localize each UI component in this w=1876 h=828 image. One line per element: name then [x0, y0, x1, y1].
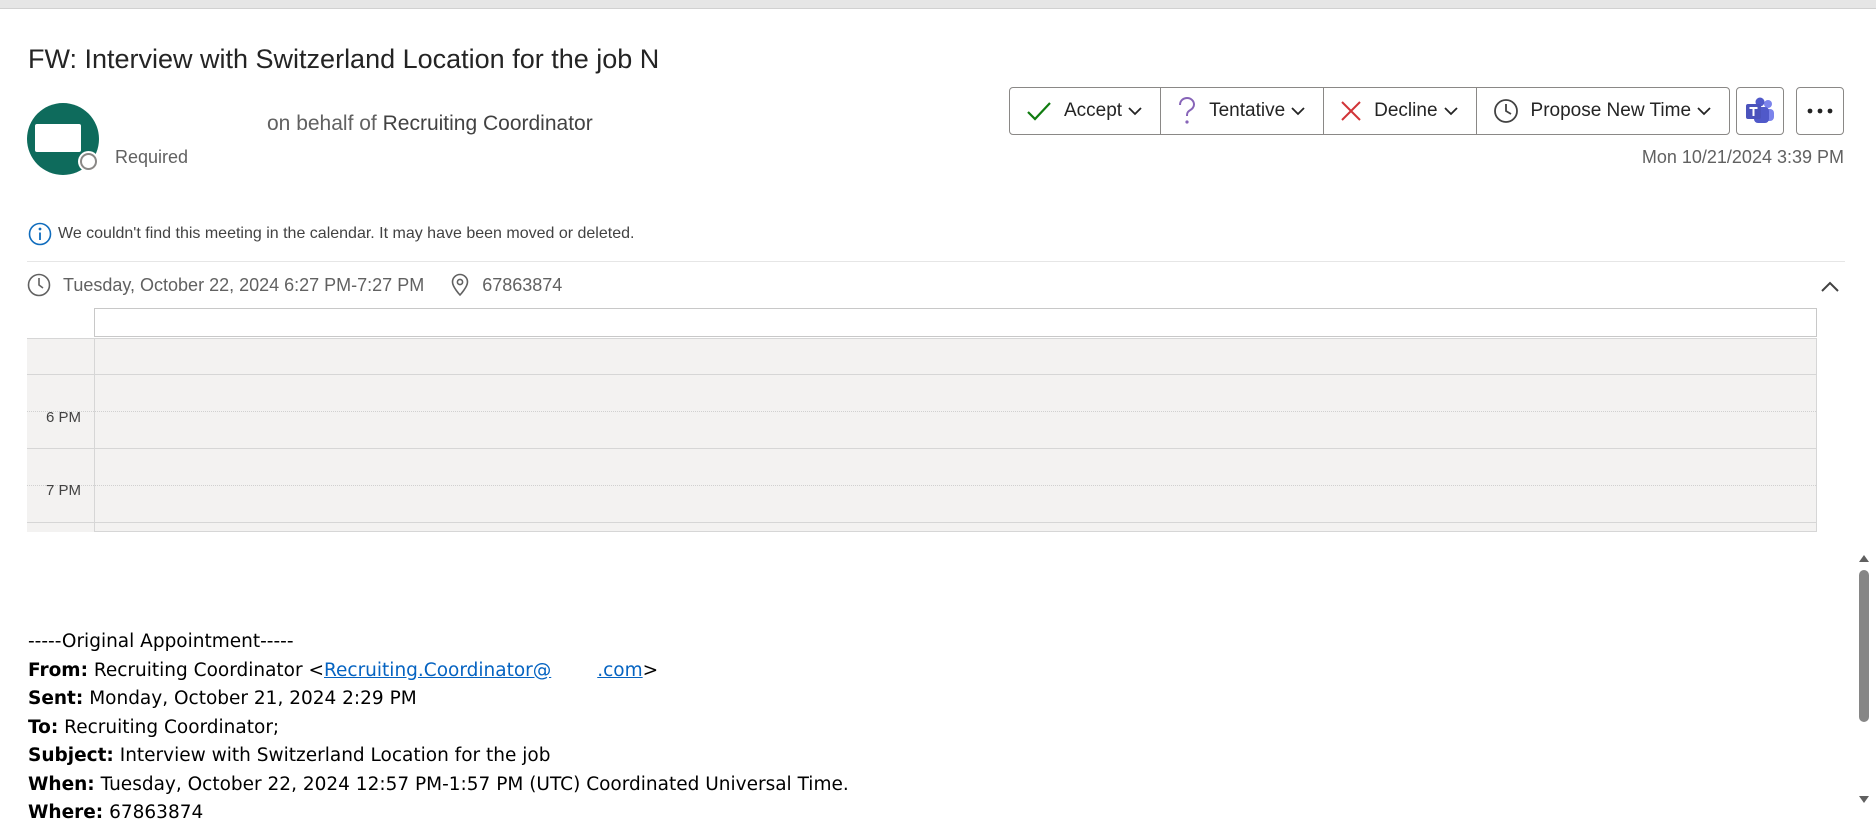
where-label: Where:	[28, 802, 104, 823]
chevron-down-icon	[1697, 107, 1711, 116]
grid-line	[95, 522, 1816, 523]
accept-label: Accept	[1064, 100, 1123, 121]
sender-on-behalf: on behalf of Recruiting Coordinator	[267, 112, 593, 136]
grid-line	[95, 374, 1816, 375]
header-divider	[27, 261, 1845, 262]
on-behalf-name[interactable]: Recruiting Coordinator	[383, 112, 593, 135]
gutter-line	[27, 374, 94, 375]
check-icon	[1027, 102, 1051, 121]
original-where: Where: 67863874	[28, 799, 849, 828]
gutter-line	[27, 522, 94, 523]
info-icon	[28, 222, 52, 246]
from-label: From:	[28, 659, 88, 681]
where-value: 67863874	[109, 802, 204, 823]
from-email-domain: .com	[597, 659, 643, 681]
avatar-card-shape	[35, 124, 81, 152]
more-options-button[interactable]	[1796, 87, 1844, 135]
subject-value: Interview with Switzerland Location for …	[119, 745, 551, 766]
chevron-up-icon[interactable]	[1820, 281, 1840, 293]
meeting-time: Tuesday, October 22, 2024 6:27 PM-7:27 P…	[63, 274, 425, 295]
when-label: When:	[28, 773, 95, 795]
subject-label: Subject:	[28, 745, 114, 766]
original-subject: Subject: Interview with Switzerland Loca…	[28, 742, 849, 771]
sent-label: Sent:	[28, 688, 84, 709]
chevron-down-icon	[1443, 107, 1458, 116]
decline-label: Decline	[1374, 100, 1438, 121]
sender-avatar[interactable]	[27, 103, 99, 175]
scroll-up-arrow-icon[interactable]	[1856, 552, 1872, 564]
meeting-details: Tuesday, October 22, 2024 6:27 PM-7:27 P…	[27, 273, 562, 297]
question-icon	[1179, 97, 1196, 124]
grid-line	[95, 411, 1816, 412]
grid-line	[95, 448, 1816, 449]
teams-button[interactable]	[1736, 87, 1784, 135]
attendance-required: Required	[115, 147, 189, 167]
to-label: To:	[28, 716, 59, 738]
grid-line	[95, 485, 1816, 486]
presence-status-icon	[80, 153, 97, 170]
original-heading: -----Original Appointment-----	[28, 631, 294, 652]
message-subject: FW: Interview with Switzerland Location …	[28, 44, 660, 74]
teams-icon	[1746, 97, 1774, 123]
tentative-button[interactable]: Tentative	[1161, 88, 1325, 134]
vertical-scrollbar[interactable]	[1856, 550, 1872, 816]
propose-new-time-label: Propose New Time	[1530, 100, 1692, 121]
from-name: Recruiting Coordinator <	[93, 659, 324, 681]
from-close: >	[642, 659, 659, 681]
when-value: Tuesday, October 22, 2024 12:57 PM-1:57 …	[100, 773, 849, 795]
original-sent: Sent: Monday, October 21, 2024 2:29 PM	[28, 685, 849, 714]
propose-new-time-button[interactable]: Propose New Time	[1477, 88, 1730, 134]
on-behalf-prefix: on behalf of	[267, 112, 377, 135]
rsvp-toolbar: Accept Tentative Decline Propose New Tim…	[1009, 87, 1731, 135]
chevron-down-icon	[1128, 107, 1142, 116]
gutter-line	[27, 448, 94, 449]
location-pin-icon	[451, 273, 469, 297]
meeting-location: 67863874	[482, 274, 563, 295]
hour-label: 7 PM	[46, 482, 82, 499]
scroll-down-arrow-icon[interactable]	[1856, 794, 1872, 806]
original-appointment: -----Original Appointment----- From: Rec…	[28, 628, 849, 828]
accept-button[interactable]: Accept	[1010, 88, 1162, 134]
from-email: Recruiting.Coordinator@	[324, 659, 552, 681]
clock-icon	[1493, 99, 1518, 123]
calendar-preview: 6 PM 7 PM	[27, 308, 1818, 532]
from-email-link[interactable]: Recruiting.Coordinator@ .com	[324, 660, 643, 681]
calendar-day-header	[94, 308, 1817, 337]
clock-icon	[27, 273, 51, 297]
calendar-grid[interactable]	[94, 338, 1817, 532]
calendar-time-gutter: 6 PM 7 PM	[27, 338, 94, 532]
original-when: When: Tuesday, October 22, 2024 12:57 PM…	[28, 771, 849, 800]
hour-label: 6 PM	[46, 409, 82, 426]
chevron-down-icon	[1291, 107, 1305, 116]
original-to: To: Recruiting Coordinator;	[28, 714, 849, 743]
gutter-line	[27, 338, 94, 339]
scrollbar-thumb[interactable]	[1859, 570, 1869, 722]
decline-button[interactable]: Decline	[1324, 88, 1477, 134]
original-from: From: Recruiting Coordinator <Recruiting…	[28, 657, 849, 686]
tentative-label: Tentative	[1209, 100, 1286, 121]
to-value: Recruiting Coordinator;	[64, 716, 280, 738]
more-icon	[1807, 108, 1833, 114]
calendar-notice: We couldn't find this meeting in the cal…	[28, 222, 634, 246]
x-icon	[1341, 101, 1361, 121]
calendar-notice-text: We couldn't find this meeting in the cal…	[58, 225, 635, 242]
sent-datetime: Mon 10/21/2024 3:39 PM	[1641, 147, 1844, 167]
sent-value: Monday, October 21, 2024 2:29 PM	[89, 688, 417, 709]
top-edge-bar	[0, 0, 1876, 9]
